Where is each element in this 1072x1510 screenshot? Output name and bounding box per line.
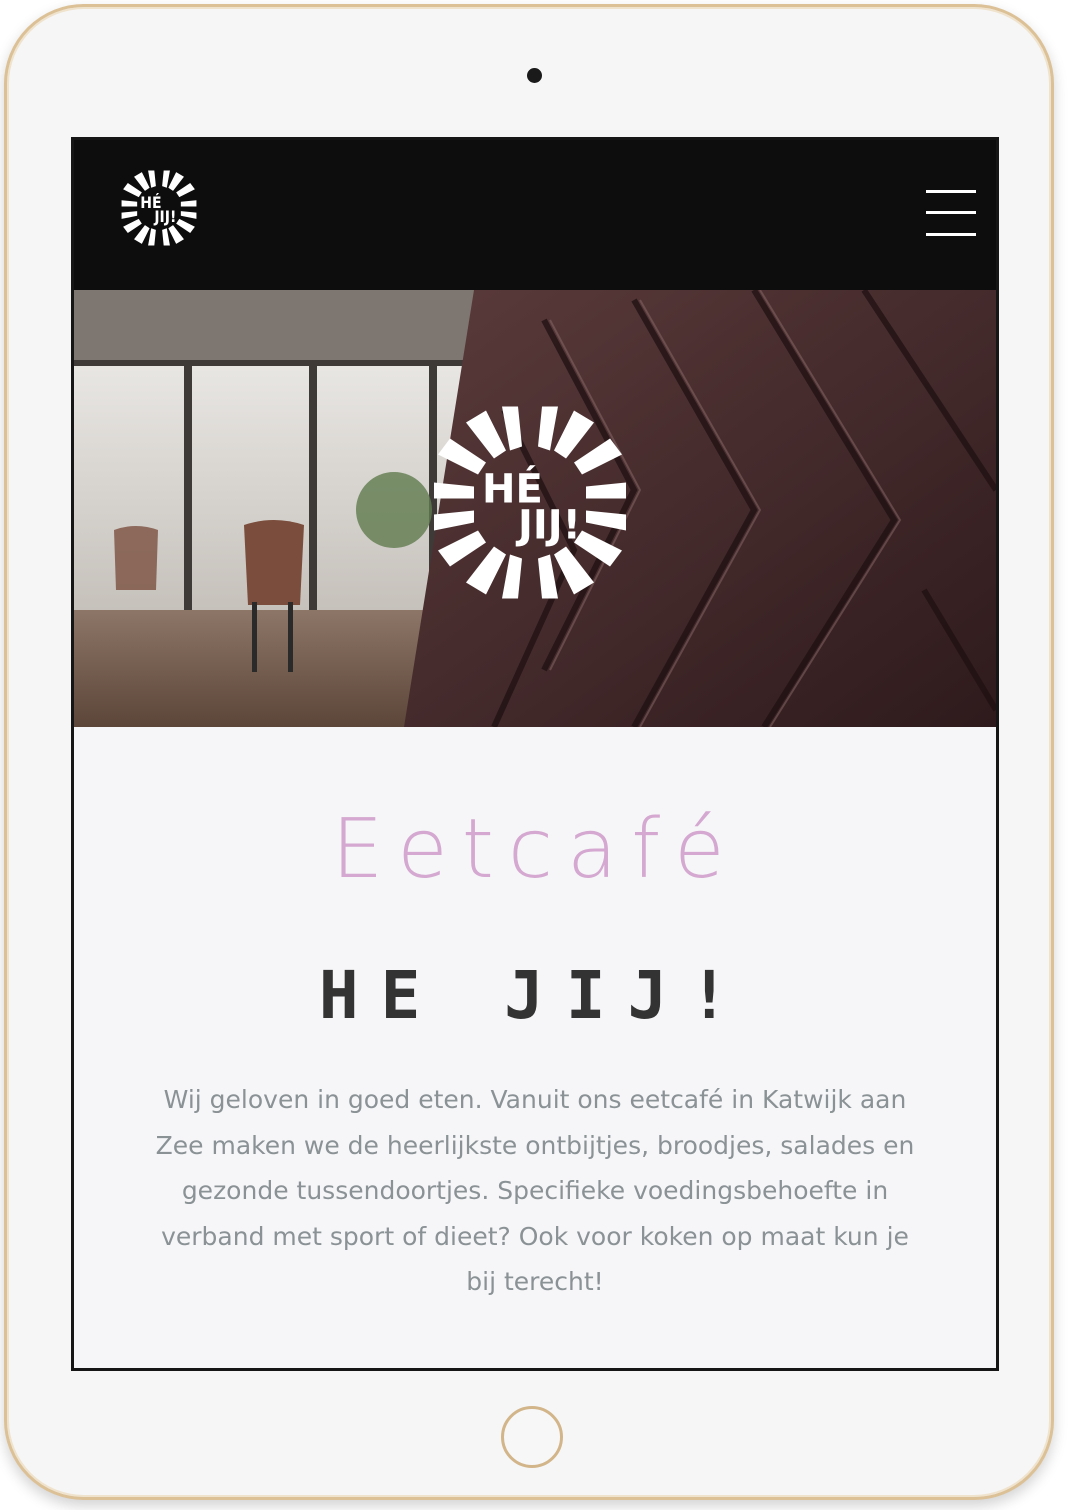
sunburst-logo-icon: HÉ JIJ! [434, 406, 626, 599]
intro-paragraph: Wij geloven in goed eten. Vanuit ons eet… [155, 1085, 915, 1296]
front-camera [527, 68, 542, 83]
site-logo[interactable]: HÉ JIJ! [120, 168, 198, 248]
screen: HÉ JIJ! HÉ JIJ! Eetcafé HE JIJ! Wij gelo… [71, 137, 999, 1371]
home-button[interactable] [501, 1406, 563, 1468]
hamburger-bar [926, 211, 976, 214]
hero-logo-text-jij: JIJ! [515, 503, 581, 549]
intro-section: Eetcafé HE JIJ! Wij geloven in goed eten… [74, 727, 996, 1368]
hamburger-menu-icon[interactable] [926, 190, 978, 236]
page-title: HE JIJ! [318, 957, 752, 1034]
tablet-frame: HÉ JIJ! HÉ JIJ! Eetcafé HE JIJ! Wij gelo… [4, 4, 1054, 1500]
navbar: HÉ JIJ! [74, 140, 996, 290]
hero-logo: HÉ JIJ! [430, 400, 630, 605]
sunburst-logo-icon: HÉ JIJ! [121, 170, 197, 246]
section-eyebrow: Eetcafé [331, 802, 739, 897]
hamburger-bar [926, 190, 976, 193]
logo-text-jij: JIJ! [153, 208, 176, 226]
hero-banner: HÉ JIJ! [74, 290, 996, 727]
hamburger-bar [926, 233, 976, 236]
